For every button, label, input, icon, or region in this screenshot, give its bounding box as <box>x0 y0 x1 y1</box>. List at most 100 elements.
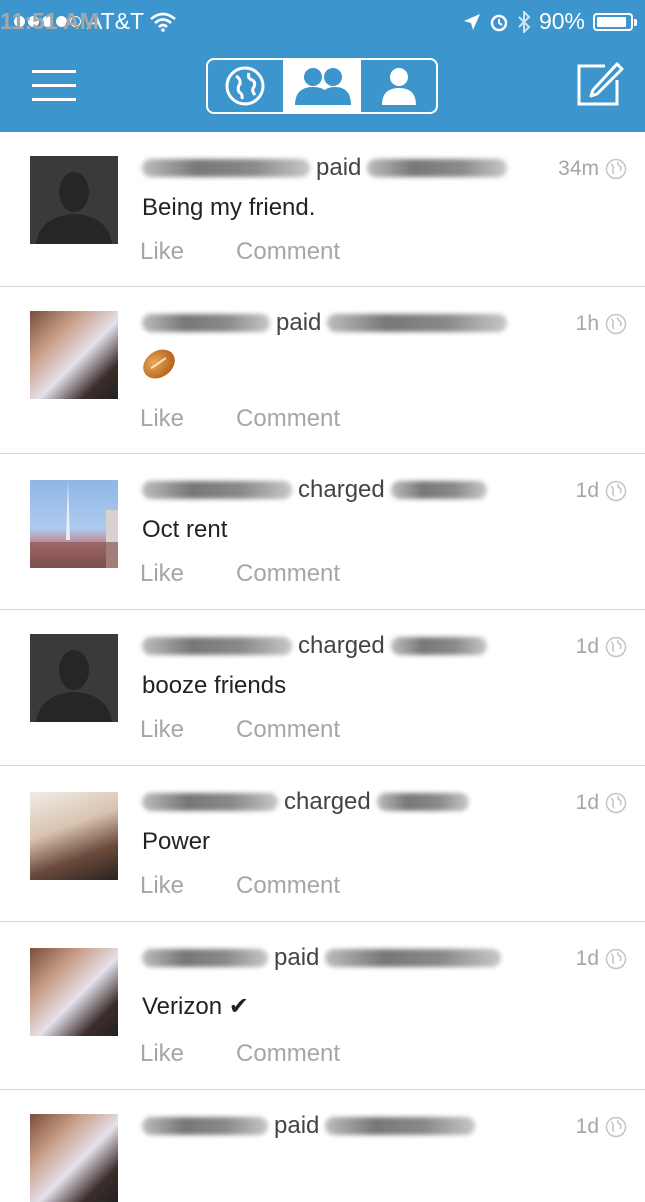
activity-feed: paid 34m Being my friend. Like Comment pa… <box>0 132 645 1202</box>
globe-icon <box>225 66 265 106</box>
tab-mine[interactable] <box>359 60 436 112</box>
like-button[interactable]: Like <box>140 238 184 265</box>
transaction-message: Verizon ✔ <box>142 993 249 1020</box>
status-right: 90% <box>463 8 637 35</box>
football-emoji <box>137 343 181 385</box>
transaction-verb: paid <box>316 154 362 181</box>
battery-percent: 90% <box>538 8 585 34</box>
feed-item[interactable]: paid 34m Being my friend. Like Comment <box>0 132 645 287</box>
redacted-name <box>390 637 487 655</box>
item-actions: Like Comment <box>140 872 392 900</box>
default-avatar-icon <box>36 650 112 722</box>
like-button[interactable]: Like <box>140 872 184 899</box>
item-actions: Like Comment <box>140 716 392 744</box>
redacted-name <box>142 481 292 499</box>
avatar[interactable] <box>30 480 118 568</box>
timestamp: 1d <box>576 635 627 659</box>
bluetooth-icon <box>518 10 531 33</box>
transaction-verb: charged <box>298 476 385 503</box>
redacted-name <box>142 314 270 332</box>
transaction-headline: charged <box>142 476 487 504</box>
item-actions: Like Comment <box>140 405 392 433</box>
globe-icon <box>605 313 627 335</box>
feed-item[interactable]: paid 1h Like Comment <box>0 287 645 454</box>
globe-icon <box>605 1116 627 1138</box>
redacted-name <box>325 949 502 967</box>
feed-item[interactable]: charged 1d booze friends Like Comment <box>0 610 645 766</box>
like-button[interactable]: Like <box>140 405 184 432</box>
transaction-message: Oct rent <box>142 516 228 543</box>
globe-icon <box>605 948 627 970</box>
transaction-message: booze friends <box>142 672 287 699</box>
transaction-headline: paid <box>142 944 502 972</box>
feed-item[interactable]: charged 1d Oct rent Like Comment <box>0 454 645 610</box>
transaction-verb: paid <box>274 1112 320 1139</box>
item-actions: Like Comment <box>140 560 392 588</box>
avatar[interactable] <box>30 1114 118 1202</box>
default-avatar-icon <box>36 172 112 244</box>
redacted-name <box>142 1117 268 1135</box>
timestamp: 1d <box>576 791 627 815</box>
feed-item[interactable]: paid 1d <box>0 1090 645 1202</box>
transaction-message: Being my friend. <box>142 194 316 221</box>
tab-friends[interactable] <box>282 60 360 112</box>
redacted-name <box>367 159 508 177</box>
navigation-bar <box>0 44 645 132</box>
transaction-verb: paid <box>276 309 322 336</box>
comment-button[interactable]: Comment <box>236 560 340 587</box>
timestamp: 1d <box>576 947 627 971</box>
like-button[interactable]: Like <box>140 716 184 743</box>
feed-item[interactable]: paid 1d Verizon ✔ Like Comment <box>0 922 645 1090</box>
transaction-verb: charged <box>298 632 385 659</box>
redacted-name <box>376 793 469 811</box>
transaction-message <box>137 343 181 385</box>
transaction-headline: charged <box>142 632 487 660</box>
like-button[interactable]: Like <box>140 1040 184 1067</box>
globe-icon <box>605 158 627 180</box>
transaction-verb: paid <box>274 944 320 971</box>
tower-photo <box>30 480 118 568</box>
globe-icon <box>605 636 627 658</box>
feed-item[interactable]: charged 1d Power Like Comment <box>0 766 645 922</box>
redacted-name <box>390 481 487 499</box>
feed-filter-segmented-control <box>206 58 438 114</box>
location-arrow-icon <box>463 13 480 30</box>
transaction-headline: paid <box>142 309 508 337</box>
redacted-name <box>142 949 268 967</box>
transaction-headline: paid <box>142 1112 476 1140</box>
comment-button[interactable]: Comment <box>236 716 340 743</box>
status-bar: AT&T 11:51 AM 90% <box>0 0 645 44</box>
redacted-name <box>142 637 292 655</box>
redacted-name <box>142 793 278 811</box>
timestamp: 34m <box>558 157 627 181</box>
timestamp: 1d <box>576 1115 627 1139</box>
avatar[interactable] <box>30 156 118 244</box>
redacted-name <box>325 1117 476 1135</box>
transaction-verb: charged <box>284 788 371 815</box>
avatar[interactable] <box>30 311 118 399</box>
redacted-name <box>142 159 310 177</box>
like-button[interactable]: Like <box>140 560 184 587</box>
comment-button[interactable]: Comment <box>236 238 340 265</box>
avatar[interactable] <box>30 948 118 1036</box>
timestamp: 1d <box>576 479 627 503</box>
avatar[interactable] <box>30 792 118 880</box>
redacted-name <box>327 314 508 332</box>
avatar[interactable] <box>30 634 118 722</box>
transaction-headline: charged <box>142 788 469 816</box>
tab-public[interactable] <box>208 60 283 112</box>
compose-icon <box>577 62 624 106</box>
person-icon <box>381 68 416 105</box>
battery-icon <box>593 12 637 31</box>
menu-icon[interactable] <box>32 70 76 104</box>
friends-icon <box>295 68 351 105</box>
comment-button[interactable]: Comment <box>236 872 340 899</box>
alarm-icon <box>490 14 508 31</box>
transaction-headline: paid <box>142 154 508 182</box>
item-actions: Like Comment <box>140 1040 392 1068</box>
compose-button[interactable] <box>575 60 625 110</box>
comment-button[interactable]: Comment <box>236 405 340 432</box>
comment-button[interactable]: Comment <box>236 1040 340 1067</box>
transaction-message: Power <box>142 828 211 855</box>
timestamp: 1h <box>576 312 627 336</box>
